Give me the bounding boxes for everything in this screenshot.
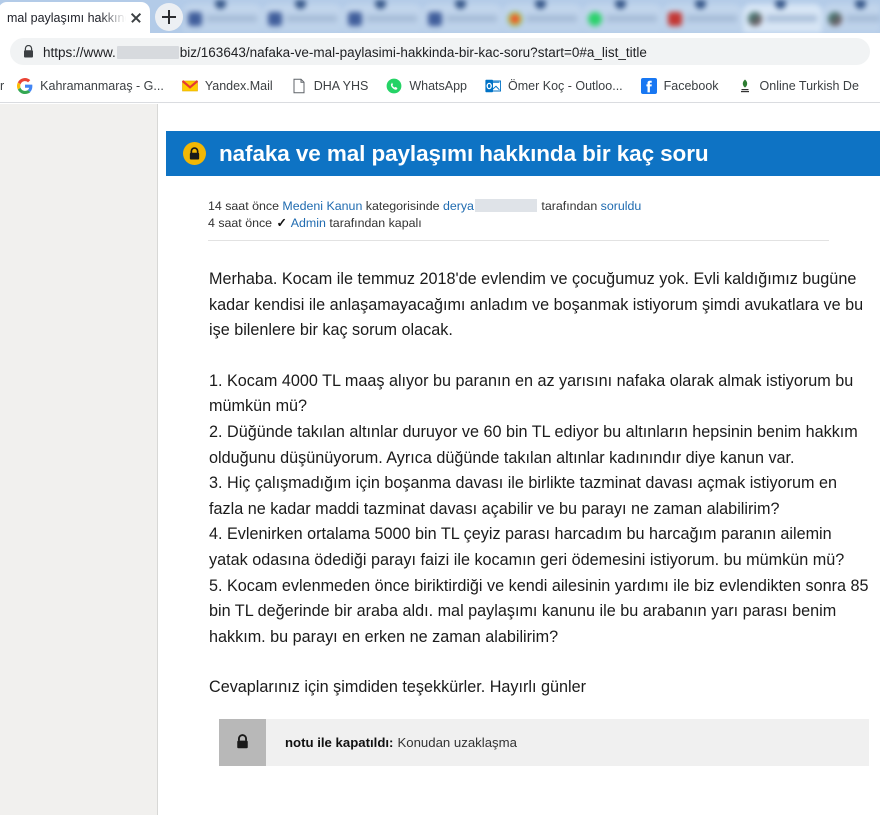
bookmark-item-outlook[interactable]: Ömer Koç - Outloo... (476, 75, 632, 97)
background-tab[interactable] (663, 0, 742, 33)
bookmarks-bar: r Kahramanmaraş - G... Yandex.Mail DHA Y… (0, 70, 880, 103)
bookmark-item[interactable]: r (0, 76, 8, 96)
bookmark-item-online-turkish-dictionary[interactable]: Online Turkish De (728, 75, 868, 97)
background-tab[interactable] (823, 0, 880, 33)
closed-note-label: notu ile kapatıldı: (285, 734, 394, 750)
bookmark-label: Kahramanmaraş - G... (40, 79, 164, 93)
background-tab[interactable] (263, 0, 342, 33)
facebook-icon (428, 11, 442, 26)
browser-window: mal paylaşımı hakkında https://www. biz/… (0, 0, 880, 815)
background-tab[interactable] (583, 0, 662, 33)
yandex-mail-icon (181, 80, 198, 92)
question-meta: 14 saat önce Medeni Kanun kategorisinde … (208, 198, 829, 241)
meta-by-text: tarafından (541, 199, 598, 213)
whatsapp-icon (588, 11, 602, 26)
question-title-banner: nafaka ve mal paylaşımı hakkında bir kaç… (166, 131, 880, 176)
whatsapp-icon (386, 78, 402, 94)
page-icon (293, 78, 305, 94)
site-icon (748, 11, 762, 26)
bookmark-label: Facebook (663, 79, 719, 93)
youtube-icon (668, 11, 682, 26)
question-item-1: 1. Kocam 4000 TL maaş alıyor bu paranın … (209, 371, 854, 416)
google-icon (508, 11, 522, 26)
bookmark-label: Yandex.Mail (204, 79, 273, 93)
url-redacted-region (116, 45, 179, 59)
bookmark-label: Ömer Koç - Outloo... (508, 79, 623, 93)
site-icon (828, 11, 842, 26)
web-page: nafaka ve mal paylaşımı hakkında bir kaç… (0, 104, 880, 815)
bookmark-item-facebook[interactable]: Facebook (632, 75, 728, 97)
url-text: https://www. biz/163643/nafaka-ve-mal-pay… (43, 44, 647, 60)
browser-toolbar: https://www. biz/163643/nafaka-ve-mal-pay… (0, 33, 880, 70)
closed-by-text: tarafından kapalı (329, 215, 422, 230)
bookmark-item-yandex-mail[interactable]: Yandex.Mail (173, 75, 282, 97)
bookmark-item-dha-yhs[interactable]: DHA YHS (282, 75, 378, 97)
facebook-icon (348, 11, 362, 26)
facebook-icon (640, 78, 657, 94)
bookmark-item-kahramanmaras[interactable]: Kahramanmaraş - G... (8, 75, 173, 97)
google-icon (17, 78, 33, 94)
url-suffix: biz/163643/nafaka-ve-mal-paylasimi-hakki… (179, 44, 647, 60)
background-tab[interactable] (183, 0, 262, 33)
active-tab[interactable]: mal paylaşımı hakkında (0, 2, 150, 33)
background-tabs (183, 0, 880, 33)
url-prefix: https://www. (43, 44, 116, 60)
check-icon: ✓ (276, 215, 288, 230)
lock-icon (24, 45, 33, 58)
facebook-icon (268, 11, 282, 26)
tab-strip: mal paylaşımı hakkında (0, 0, 880, 33)
meta-line-closed: 4 saat önce ✓ Admin tarafından kapalı (208, 215, 829, 232)
background-tab[interactable] (423, 0, 502, 33)
close-icon[interactable] (128, 10, 144, 26)
question-intro: Merhaba. Kocam ile temmuz 2018'de evlend… (209, 270, 864, 340)
outlook-icon (485, 79, 502, 93)
closed-time: 4 saat önce (208, 215, 273, 230)
background-tab[interactable] (343, 0, 422, 33)
page-title: nafaka ve mal paylaşımı hakkında bir kaç… (219, 140, 709, 166)
question-closing: Cevaplarınız için şimdiden teşekkürler. … (209, 678, 586, 697)
facebook-icon (188, 11, 202, 26)
asked-time: 14 saat önce (208, 199, 279, 213)
address-bar[interactable]: https://www. biz/163643/nafaka-ve-mal-pay… (10, 38, 870, 65)
lock-icon (219, 718, 266, 766)
author-name-redacted (474, 199, 537, 212)
category-link[interactable]: Medeni Kanun (282, 199, 362, 213)
turkish-dictionary-icon (740, 79, 749, 93)
question-body: Merhaba. Kocam ile temmuz 2018'de evlend… (209, 267, 874, 701)
page-content-column: nafaka ve mal paylaşımı hakkında bir kaç… (157, 104, 880, 815)
bookmark-label: DHA YHS (313, 79, 369, 93)
meta-mid-text: kategorisinde (365, 199, 440, 213)
active-tab-title: mal paylaşımı hakkında (7, 10, 126, 25)
bookmark-label: Online Turkish De (759, 79, 859, 93)
author-link[interactable]: derya (443, 199, 474, 213)
question-item-3: 3. Hiç çalışmadığım için boşanma davası … (209, 474, 837, 518)
question-item-4: 4. Evlenirken ortalama 5000 bin TL çeyiz… (209, 525, 845, 569)
meta-line-asked: 14 saat önce Medeni Kanun kategorisinde … (208, 198, 829, 215)
question-item-5: 5. Kocam evlenmeden önce biriktirdiği ve… (209, 576, 869, 646)
closed-note-reason: Konudan uzaklaşma (397, 734, 517, 750)
bookmark-label: WhatsApp (409, 79, 468, 93)
bookmark-label: r (0, 79, 5, 93)
background-tab[interactable] (743, 0, 822, 33)
asked-action-link[interactable]: soruldu (601, 199, 642, 213)
bookmark-item-whatsapp[interactable]: WhatsApp (377, 75, 476, 97)
lock-icon (183, 142, 206, 165)
new-tab-button[interactable] (155, 3, 183, 31)
question-item-2: 2. Düğünde takılan altınlar duruyor ve 6… (209, 422, 858, 467)
closed-note-box: notu ile kapatıldı: Konudan uzaklaşma (219, 718, 869, 766)
closed-note-text: notu ile kapatıldı: Konudan uzaklaşma (266, 719, 517, 766)
closed-by-link[interactable]: Admin (291, 216, 326, 230)
background-tab[interactable] (503, 0, 582, 33)
